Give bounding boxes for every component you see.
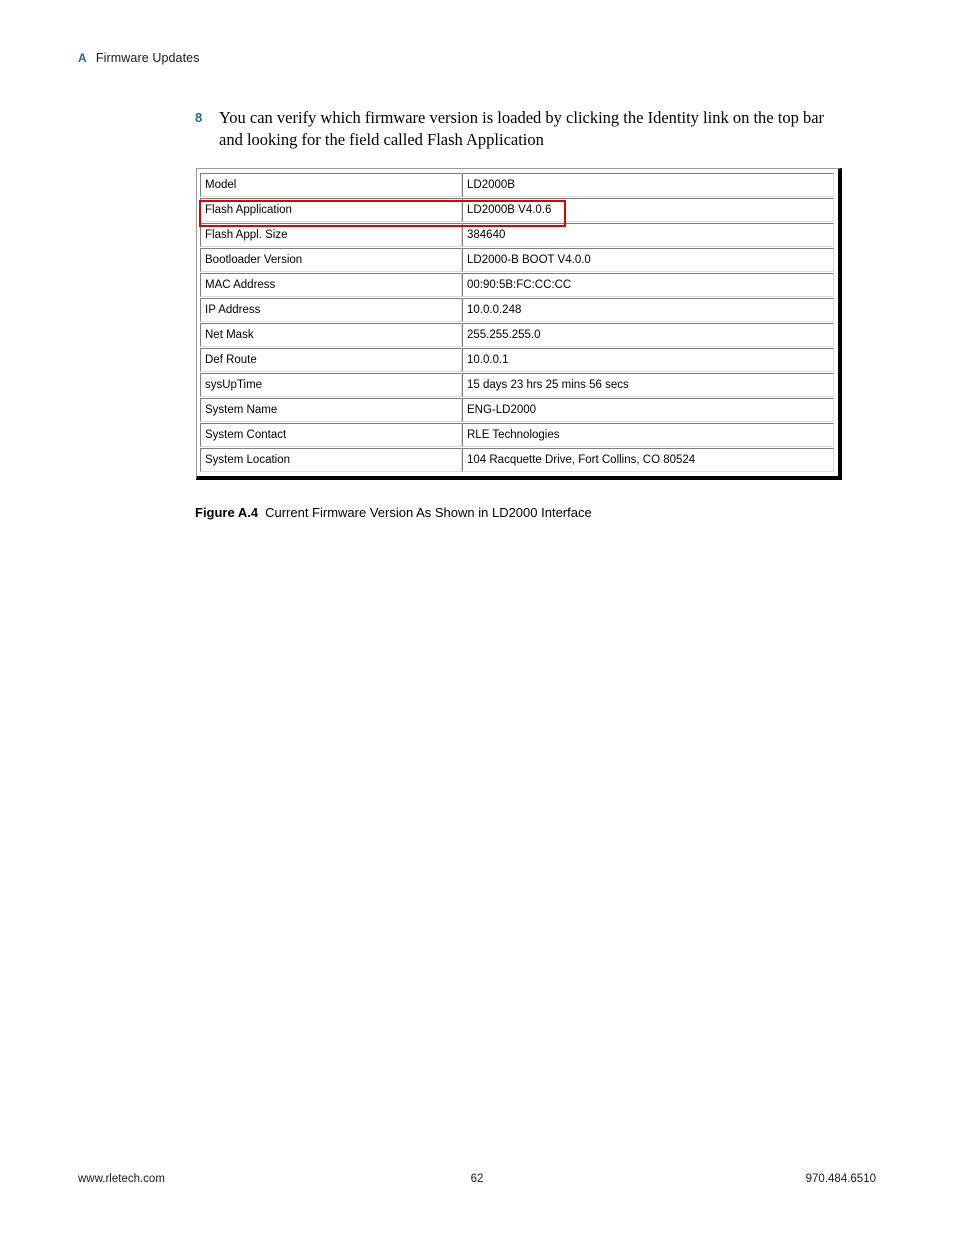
row-label: Flash Appl. Size bbox=[200, 223, 462, 247]
step-number: 8 bbox=[195, 110, 203, 125]
table-row: Bootloader Version LD2000-B BOOT V4.0.0 bbox=[200, 248, 834, 272]
table-row: MAC Address 00:90:5B:FC:CC:CC bbox=[200, 273, 834, 297]
row-value: 00:90:5B:FC:CC:CC bbox=[462, 273, 834, 297]
table-row: System Location 104 Racquette Drive, Fort… bbox=[200, 448, 834, 472]
page-footer: www.rletech.com 62 970.484.6510 bbox=[78, 1173, 876, 1191]
identity-table: Model LD2000B Flash Application LD2000B V4.… bbox=[200, 172, 834, 473]
row-label: System Location bbox=[200, 448, 462, 472]
row-label: Def Route bbox=[200, 348, 462, 372]
row-value: 255.255.255.0 bbox=[462, 323, 834, 347]
table-row: Model LD2000B bbox=[200, 173, 834, 197]
row-value: LD2000B bbox=[462, 173, 834, 197]
footer-page-number: 62 bbox=[470, 1173, 484, 1185]
page-header: A Firmware Updates bbox=[78, 51, 200, 65]
row-label: System Name bbox=[200, 398, 462, 422]
row-label: Model bbox=[200, 173, 462, 197]
table-row: sysUpTime 15 days 23 hrs 25 mins 56 secs bbox=[200, 373, 834, 397]
appendix-letter: A bbox=[78, 51, 87, 65]
table-row: Flash Application LD2000B V4.0.6 bbox=[200, 198, 834, 222]
table-row: Def Route 10.0.0.1 bbox=[200, 348, 834, 372]
row-label: sysUpTime bbox=[200, 373, 462, 397]
table-row: Net Mask 255.255.255.0 bbox=[200, 323, 834, 347]
row-label: Flash Application bbox=[200, 198, 462, 222]
row-value: 10.0.0.248 bbox=[462, 298, 834, 322]
row-label: MAC Address bbox=[200, 273, 462, 297]
step-text: You can verify which firmware version is… bbox=[219, 108, 825, 149]
row-value: 104 Racquette Drive, Fort Collins, CO 80… bbox=[462, 448, 834, 472]
figure-caption: Figure A.4 Current Firmware Version As Sh… bbox=[195, 505, 592, 520]
row-label: System Contact bbox=[200, 423, 462, 447]
row-label: IP Address bbox=[200, 298, 462, 322]
figure-caption-label: Figure A.4 bbox=[195, 505, 259, 520]
procedure-step: 8 You can verify which firmware version … bbox=[195, 107, 845, 151]
row-label: Bootloader Version bbox=[200, 248, 462, 272]
footer-phone: 970.484.6510 bbox=[805, 1173, 876, 1185]
figure-caption-text: Current Firmware Version As Shown in LD2… bbox=[265, 505, 592, 520]
row-value: RLE Technologies bbox=[462, 423, 834, 447]
identity-table-body: Model LD2000B Flash Application LD2000B V4.… bbox=[200, 173, 834, 472]
table-row: IP Address 10.0.0.248 bbox=[200, 298, 834, 322]
row-label: Net Mask bbox=[200, 323, 462, 347]
row-value: LD2000-B BOOT V4.0.0 bbox=[462, 248, 834, 272]
row-value: LD2000B V4.0.6 bbox=[462, 198, 834, 222]
row-value: ENG-LD2000 bbox=[462, 398, 834, 422]
table-row: System Name ENG-LD2000 bbox=[200, 398, 834, 422]
table-row: System Contact RLE Technologies bbox=[200, 423, 834, 447]
page-header-title: Firmware Updates bbox=[95, 51, 200, 65]
row-value: 10.0.0.1 bbox=[462, 348, 834, 372]
row-value: 15 days 23 hrs 25 mins 56 secs bbox=[462, 373, 834, 397]
identity-screenshot: Model LD2000B Flash Application LD2000B V4.… bbox=[196, 168, 842, 480]
row-value: 384640 bbox=[462, 223, 834, 247]
table-row: Flash Appl. Size 384640 bbox=[200, 223, 834, 247]
